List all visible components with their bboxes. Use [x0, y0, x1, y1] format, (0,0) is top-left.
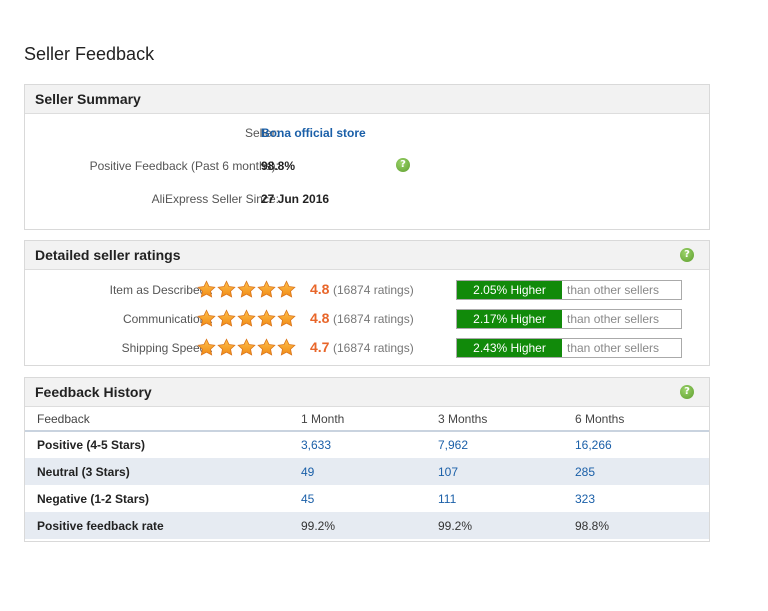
comparison-box: 2.43% Higher than other sellers — [456, 338, 682, 358]
column-header-feedback: Feedback — [25, 407, 289, 432]
rating-label: Communication : — [122, 312, 213, 326]
feedback-history-table: Feedback 1 Month 3 Months 6 Months Posit… — [25, 407, 709, 539]
feedback-history-header: Feedback History ? — [25, 378, 709, 407]
cell-value: 98.8% — [563, 512, 709, 539]
table-header-row: Feedback 1 Month 3 Months 6 Months — [25, 407, 709, 432]
cell-value[interactable]: 323 — [563, 485, 709, 512]
star-rating — [197, 338, 297, 358]
column-header-3-months: 3 Months — [426, 407, 563, 432]
rating-score: 4.8 — [310, 281, 330, 297]
star-icon — [277, 309, 296, 327]
column-header-6-months: 6 Months — [563, 407, 709, 432]
detailed-ratings-header: Detailed seller ratings ? — [25, 241, 709, 270]
star-icon — [197, 309, 216, 327]
row-label: Negative (1-2 Stars) — [37, 491, 150, 506]
star-icon — [277, 280, 296, 298]
star-icon — [197, 280, 216, 298]
help-icon[interactable]: ? — [680, 248, 694, 262]
comparison-text: than other sellers — [567, 283, 660, 297]
comparison-box: 2.17% Higher than other sellers — [456, 309, 682, 329]
star-icon — [277, 338, 296, 356]
star-icon — [237, 309, 256, 327]
cell-value: 99.2% — [426, 512, 563, 539]
star-icon — [217, 280, 236, 298]
help-icon[interactable]: ? — [396, 158, 410, 172]
cell-value[interactable]: 16,266 — [563, 431, 709, 458]
cell-value[interactable]: 7,962 — [426, 431, 563, 458]
rating-label: Shipping Speed : — [121, 341, 213, 355]
star-icon — [217, 338, 236, 356]
row-label: Neutral (3 Stars) — [25, 458, 289, 485]
detailed-ratings-panel: Detailed seller ratings ? Item as Descri… — [24, 240, 710, 366]
seller-row: Seller: Bona official store — [25, 124, 709, 142]
feedback-history-title: Feedback History — [35, 384, 152, 400]
table-row: Positive (4-5 Stars) 3,633 7,962 16,266 — [25, 431, 709, 458]
seller-since-value: 27 Jun 2016 — [261, 192, 330, 206]
rating-row: Communication : 4.8 (16874 ratings) 2.17% H… — [25, 309, 709, 329]
positive-feedback-label: Positive Feedback (Past 6 months): — [89, 159, 279, 173]
seller-summary-panel: Seller Summary Seller: Bona official sto… — [24, 84, 710, 230]
rating-row: Item as Described : 4.8 (16874 ratings) 2.0… — [25, 280, 709, 300]
higher-badge: 2.43% Higher — [457, 339, 562, 357]
comparison-text: than other sellers — [567, 312, 660, 326]
seller-since-label: AliExpress Seller Since: — [151, 192, 279, 206]
star-icon — [257, 309, 276, 327]
cell-value[interactable]: 49 — [289, 458, 426, 485]
star-icon — [237, 338, 256, 356]
rating-row: Shipping Speed : 4.7 (16874 ratings) 2.43% … — [25, 338, 709, 358]
higher-badge: 2.17% Higher — [457, 310, 562, 328]
rating-label: Item as Described : — [109, 283, 213, 297]
seller-name-link[interactable]: Bona official store — [261, 124, 366, 142]
star-rating — [197, 280, 297, 300]
row-label: Positive (4-5 Stars) — [37, 438, 146, 452]
table-row: Neutral (3 Stars) 49 107 285 — [25, 458, 709, 485]
seller-label: Seller: — [244, 126, 279, 140]
star-icon — [237, 280, 256, 298]
cell-value: 99.2% — [289, 512, 426, 539]
higher-badge: 2.05% Higher — [457, 281, 562, 299]
rating-count: (16874 ratings) — [333, 341, 414, 355]
cell-value[interactable]: 3,633 — [289, 431, 426, 458]
comparison-text: than other sellers — [567, 341, 660, 355]
feedback-history-panel: Feedback History ? Feedback 1 Month 3 Mo… — [24, 377, 710, 542]
cell-value[interactable]: 107 — [426, 458, 563, 485]
star-rating — [197, 309, 297, 329]
positive-feedback-value: 98.8% — [261, 159, 296, 173]
rating-score: 4.8 — [310, 310, 330, 326]
comparison-box: 2.05% Higher than other sellers — [456, 280, 682, 300]
cell-value[interactable]: 45 — [289, 485, 426, 512]
rating-count: (16874 ratings) — [333, 283, 414, 297]
seller-since-row: AliExpress Seller Since: 27 Jun 2016 — [25, 190, 709, 208]
star-icon — [197, 338, 216, 356]
column-header-1-month: 1 Month — [289, 407, 426, 432]
row-label: Positive feedback rate — [25, 512, 289, 539]
help-icon[interactable]: ? — [680, 385, 694, 399]
star-icon — [257, 280, 276, 298]
table-row: Negative (1-2 Stars) 45 111 323 — [25, 485, 709, 512]
detailed-ratings-title: Detailed seller ratings — [35, 247, 181, 263]
table-row: Positive feedback rate 99.2% 99.2% 98.8% — [25, 512, 709, 539]
star-icon — [257, 338, 276, 356]
cell-value[interactable]: 111 — [426, 485, 563, 512]
star-icon — [217, 309, 236, 327]
cell-value[interactable]: 285 — [563, 458, 709, 485]
positive-feedback-row: Positive Feedback (Past 6 months): 98.8% — [25, 157, 709, 175]
rating-score: 4.7 — [310, 339, 330, 355]
seller-summary-header: Seller Summary — [25, 85, 709, 114]
rating-count: (16874 ratings) — [333, 312, 414, 326]
page-title: Seller Feedback — [24, 44, 155, 64]
